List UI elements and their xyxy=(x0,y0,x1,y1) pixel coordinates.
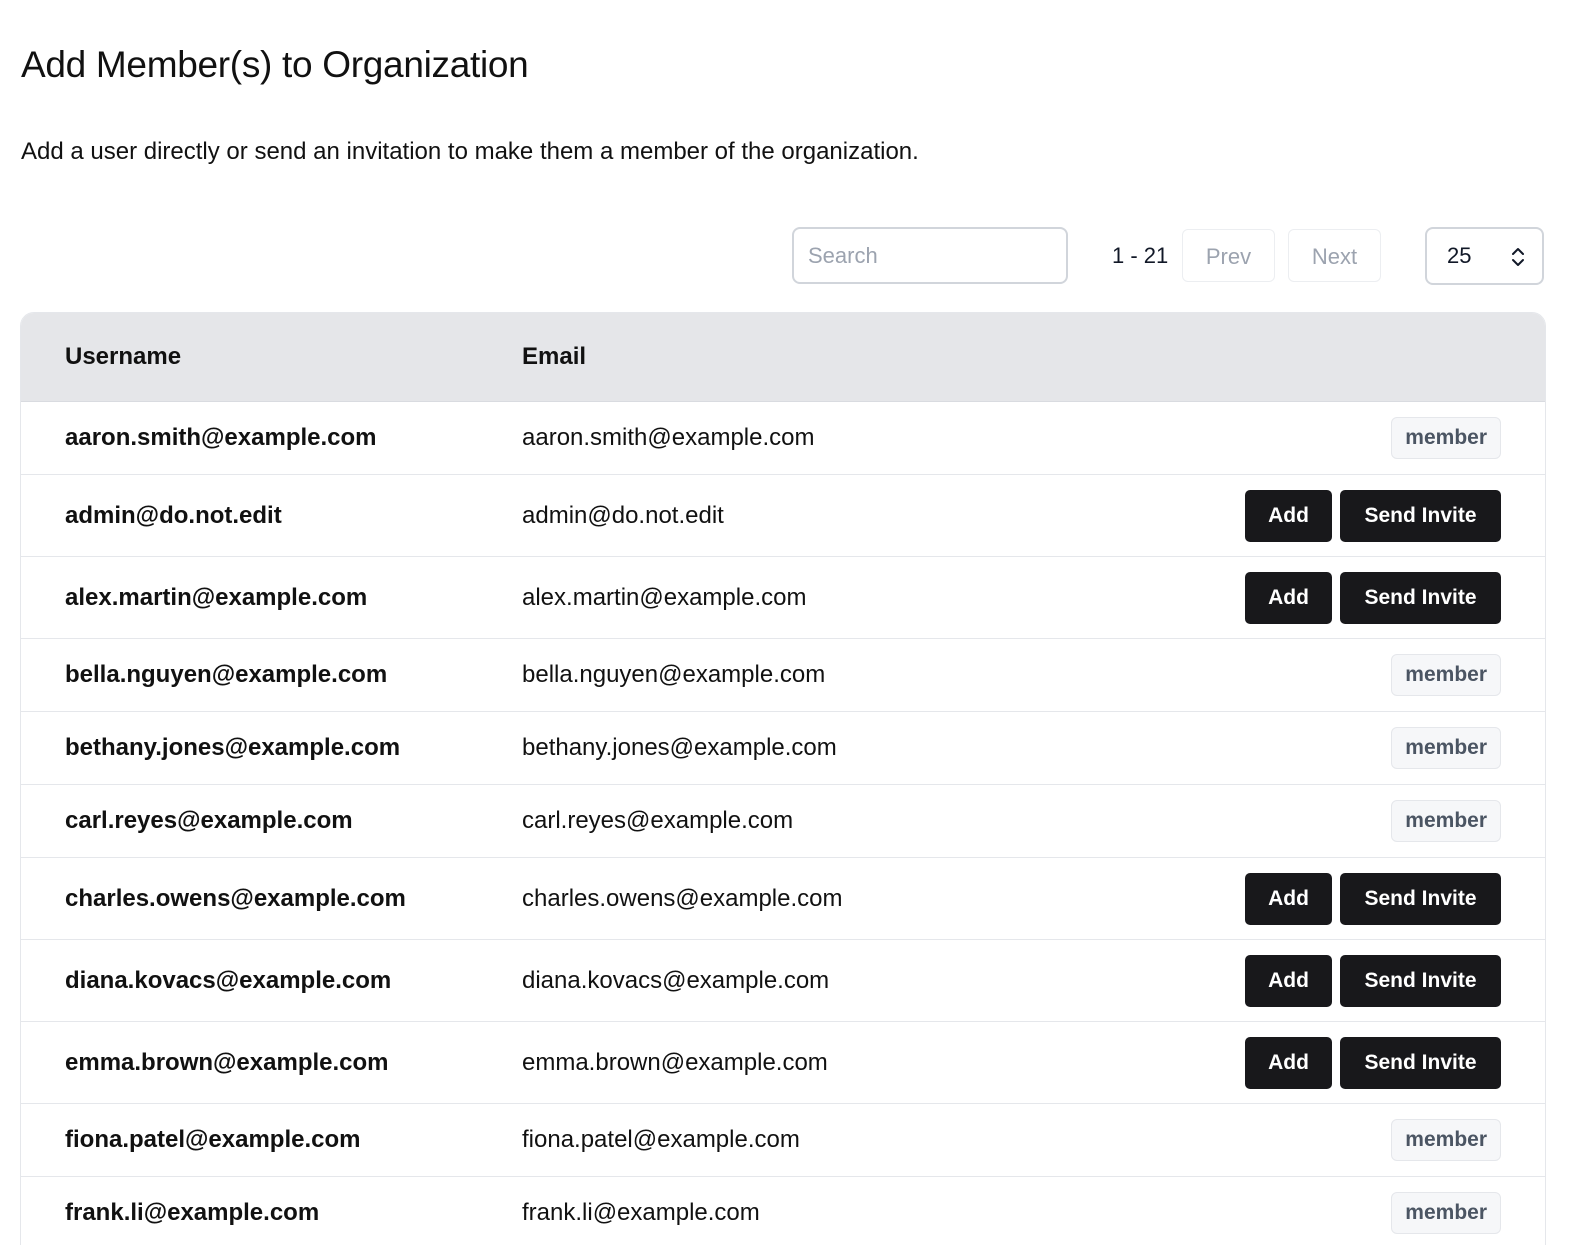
member-badge: member xyxy=(1391,800,1501,842)
row-actions: Add Send Invite xyxy=(1245,940,1501,1021)
page-description: Add a user directly or send an invitatio… xyxy=(21,138,919,165)
cell-email: bethany.jones@example.com xyxy=(522,734,837,761)
add-member-button[interactable]: Add xyxy=(1245,872,1332,925)
cell-username: carl.reyes@example.com xyxy=(65,807,353,834)
cell-username: diana.kovacs@example.com xyxy=(65,966,392,994)
cell-username: charles.owens@example.com xyxy=(65,884,406,912)
add-member-button[interactable]: Add xyxy=(1245,571,1332,624)
table-row: admin@do.not.edit admin@do.not.edit Add Sen… xyxy=(21,475,1545,557)
table-body: aaron.smith@example.com aaron.smith@examp… xyxy=(21,402,1545,1245)
table-row: carl.reyes@example.com carl.reyes@example… xyxy=(21,785,1545,858)
cell-email: fiona.patel@example.com xyxy=(522,1126,800,1153)
column-header-email: Email xyxy=(522,343,587,370)
per-page-select[interactable]: 25 xyxy=(1425,227,1544,285)
send-invite-button[interactable]: Send Invite xyxy=(1340,571,1501,624)
send-invite-button[interactable]: Send Invite xyxy=(1340,872,1501,925)
table-row: diana.kovacs@example.com diana.kovacs@exa… xyxy=(21,940,1545,1022)
table-row: fiona.patel@example.com fiona.patel@examp… xyxy=(21,1104,1545,1177)
cell-email: charles.owens@example.com xyxy=(522,884,843,912)
member-badge: member xyxy=(1391,1192,1501,1234)
row-actions: member xyxy=(1391,712,1501,784)
cell-username: admin@do.not.edit xyxy=(65,501,282,529)
prev-page-button[interactable]: Prev xyxy=(1182,229,1275,282)
table-row: alex.martin@example.com alex.martin@examp… xyxy=(21,557,1545,639)
add-member-button[interactable]: Add xyxy=(1245,954,1332,1007)
cell-username: emma.brown@example.com xyxy=(65,1048,389,1076)
table-row: aaron.smith@example.com aaron.smith@examp… xyxy=(21,402,1545,475)
cell-email: admin@do.not.edit xyxy=(522,501,724,529)
table-row: charles.owens@example.com charles.owens@e… xyxy=(21,858,1545,940)
member-badge: member xyxy=(1391,417,1501,459)
page-title: Add Member(s) to Organization xyxy=(21,44,529,85)
cell-email: carl.reyes@example.com xyxy=(522,807,794,834)
cell-email: aaron.smith@example.com xyxy=(522,424,815,451)
cell-username: fiona.patel@example.com xyxy=(65,1126,361,1153)
members-table: Username Email aaron.smith@example.com aa… xyxy=(20,312,1546,1245)
table-header: Username Email xyxy=(21,313,1545,402)
row-actions: member xyxy=(1391,785,1501,857)
add-member-button[interactable]: Add xyxy=(1245,1036,1332,1089)
per-page-value: 25 xyxy=(1447,243,1472,268)
row-actions: member xyxy=(1391,1177,1501,1245)
row-actions: member xyxy=(1391,402,1501,474)
send-invite-button[interactable]: Send Invite xyxy=(1340,489,1501,542)
member-badge: member xyxy=(1391,654,1501,696)
table-toolbar: 1 - 21 Prev Next 25 xyxy=(0,226,1570,286)
row-actions: Add Send Invite xyxy=(1245,858,1501,939)
cell-email: alex.martin@example.com xyxy=(522,583,807,611)
row-actions: member xyxy=(1391,1104,1501,1176)
cell-username: bethany.jones@example.com xyxy=(65,734,401,761)
cell-email: frank.li@example.com xyxy=(522,1199,760,1226)
row-actions: Add Send Invite xyxy=(1245,557,1501,638)
cell-email: diana.kovacs@example.com xyxy=(522,966,830,994)
member-badge: member xyxy=(1391,1119,1501,1161)
cell-username: aaron.smith@example.com xyxy=(65,424,377,451)
row-actions: Add Send Invite xyxy=(1245,475,1501,556)
table-row: bethany.jones@example.com bethany.jones@e… xyxy=(21,712,1545,785)
row-actions: member xyxy=(1391,639,1501,711)
cell-email: emma.brown@example.com xyxy=(522,1048,828,1076)
column-header-username: Username xyxy=(65,343,182,370)
next-page-button[interactable]: Next xyxy=(1288,229,1381,282)
member-badge: member xyxy=(1391,727,1501,769)
add-member-button[interactable]: Add xyxy=(1245,489,1332,542)
chevron-up-down-icon xyxy=(1512,248,1524,266)
cell-username: alex.martin@example.com xyxy=(65,583,368,611)
pagination-range: 1 - 21 xyxy=(1112,243,1169,268)
send-invite-button[interactable]: Send Invite xyxy=(1340,1036,1501,1089)
table-row: bella.nguyen@example.com bella.nguyen@exa… xyxy=(21,639,1545,712)
row-actions: Add Send Invite xyxy=(1245,1022,1501,1103)
page: Add Member(s) to Organization Add a user… xyxy=(0,0,1570,1245)
search-input[interactable] xyxy=(792,227,1068,284)
cell-username: frank.li@example.com xyxy=(65,1199,320,1226)
table-row: emma.brown@example.com emma.brown@example… xyxy=(21,1022,1545,1104)
table-row: frank.li@example.com frank.li@example.com… xyxy=(21,1177,1545,1245)
send-invite-button[interactable]: Send Invite xyxy=(1340,954,1501,1007)
cell-email: bella.nguyen@example.com xyxy=(522,661,826,688)
cell-username: bella.nguyen@example.com xyxy=(65,661,388,688)
